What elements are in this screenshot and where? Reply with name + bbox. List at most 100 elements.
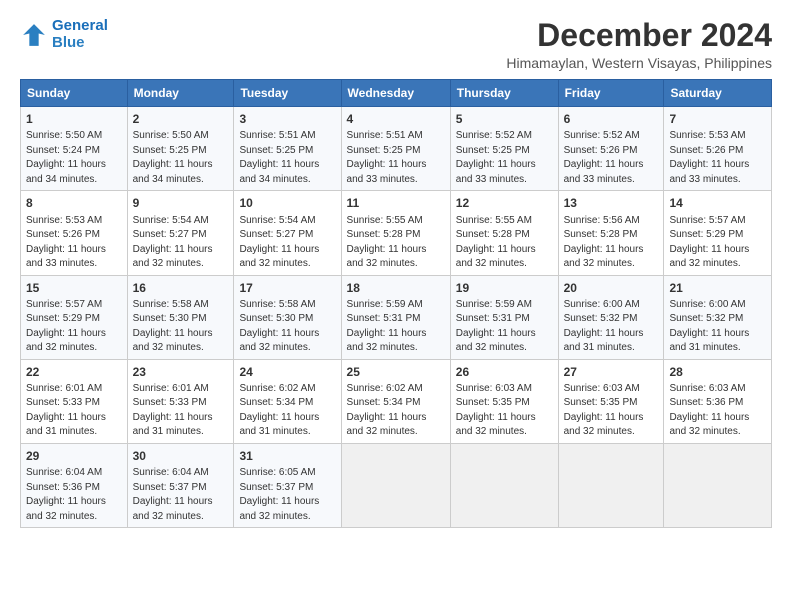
table-row: 22 Sunrise: 6:01 AMSunset: 5:33 PMDayligh… <box>21 359 128 443</box>
cell-info: Sunrise: 5:53 AMSunset: 5:26 PMDaylight:… <box>669 130 749 185</box>
day-number: 8 <box>26 195 122 211</box>
table-row: 17Sunrise: 5:58 AMSunset: 5:30 PMDayligh… <box>234 275 341 359</box>
day-number: 16 <box>133 280 229 296</box>
title-block: December 2024 Himamaylan, Western Visaya… <box>506 18 772 71</box>
col-tuesday: Tuesday <box>234 80 341 107</box>
cell-info: Sunrise: 5:57 AMSunset: 5:29 PMDaylight:… <box>26 299 106 354</box>
day-number: 5 <box>456 111 553 127</box>
table-row: 9 Sunrise: 5:54 AMSunset: 5:27 PMDaylight… <box>127 191 234 275</box>
table-row: 8 Sunrise: 5:53 AMSunset: 5:26 PMDaylight… <box>21 191 128 275</box>
table-row: 20 Sunrise: 6:00 AMSunset: 5:32 PMDayligh… <box>558 275 664 359</box>
table-row: 13Sunrise: 5:56 AMSunset: 5:28 PMDayligh… <box>558 191 664 275</box>
cell-info: Sunrise: 6:02 AMSunset: 5:34 PMDaylight:… <box>239 383 319 438</box>
table-row: 28Sunrise: 6:03 AMSunset: 5:36 PMDayligh… <box>664 359 772 443</box>
table-row: 4Sunrise: 5:51 AMSunset: 5:25 PMDaylight… <box>341 107 450 191</box>
calendar-week-2: 8 Sunrise: 5:53 AMSunset: 5:26 PMDaylight… <box>21 191 772 275</box>
cell-info: Sunrise: 6:00 AMSunset: 5:32 PMDaylight:… <box>564 299 644 354</box>
day-number: 11 <box>347 195 445 211</box>
cell-info: Sunrise: 6:03 AMSunset: 5:35 PMDaylight:… <box>456 383 536 438</box>
col-saturday: Saturday <box>664 80 772 107</box>
table-row <box>558 443 664 527</box>
col-monday: Monday <box>127 80 234 107</box>
day-number: 1 <box>26 111 122 127</box>
table-row: 3 Sunrise: 5:51 AMSunset: 5:25 PMDaylight… <box>234 107 341 191</box>
logo-line1: General <box>52 17 108 34</box>
cell-info: Sunrise: 5:58 AMSunset: 5:30 PMDaylight:… <box>133 299 213 354</box>
cell-info: Sunrise: 5:59 AMSunset: 5:31 PMDaylight:… <box>347 299 427 354</box>
table-row: 21 Sunrise: 6:00 AMSunset: 5:32 PMDayligh… <box>664 275 772 359</box>
table-row: 14Sunrise: 5:57 AMSunset: 5:29 PMDayligh… <box>664 191 772 275</box>
table-row: 1 Sunrise: 5:50 AMSunset: 5:24 PMDaylight… <box>21 107 128 191</box>
cell-info: Sunrise: 5:55 AMSunset: 5:28 PMDaylight:… <box>347 215 427 270</box>
cell-info: Sunrise: 6:04 AMSunset: 5:37 PMDaylight:… <box>133 467 213 522</box>
cell-info: Sunrise: 6:03 AMSunset: 5:36 PMDaylight:… <box>669 383 749 438</box>
table-row: 24 Sunrise: 6:02 AMSunset: 5:34 PMDayligh… <box>234 359 341 443</box>
table-row <box>664 443 772 527</box>
day-number: 3 <box>239 111 335 127</box>
calendar-header-row: Sunday Monday Tuesday Wednesday Thursday… <box>21 80 772 107</box>
calendar-week-1: 1 Sunrise: 5:50 AMSunset: 5:24 PMDaylight… <box>21 107 772 191</box>
table-row: 26 Sunrise: 6:03 AMSunset: 5:35 PMDayligh… <box>450 359 558 443</box>
table-row: 5 Sunrise: 5:52 AMSunset: 5:25 PMDaylight… <box>450 107 558 191</box>
day-number: 27 <box>564 364 659 380</box>
table-row: 29 Sunrise: 6:04 AMSunset: 5:36 PMDayligh… <box>21 443 128 527</box>
table-row: 16 Sunrise: 5:58 AMSunset: 5:30 PMDayligh… <box>127 275 234 359</box>
main-title: December 2024 <box>506 18 772 53</box>
cell-info: Sunrise: 5:56 AMSunset: 5:28 PMDaylight:… <box>564 215 644 270</box>
table-row: 6 Sunrise: 5:52 AMSunset: 5:26 PMDaylight… <box>558 107 664 191</box>
day-number: 17 <box>239 280 335 296</box>
cell-info: Sunrise: 6:00 AMSunset: 5:32 PMDaylight:… <box>669 299 749 354</box>
table-row: 7 Sunrise: 5:53 AMSunset: 5:26 PMDaylight… <box>664 107 772 191</box>
cell-info: Sunrise: 6:01 AMSunset: 5:33 PMDaylight:… <box>26 383 106 438</box>
subtitle: Himamaylan, Western Visayas, Philippines <box>506 55 772 71</box>
calendar-table: Sunday Monday Tuesday Wednesday Thursday… <box>20 79 772 528</box>
day-number: 31 <box>239 448 335 464</box>
col-thursday: Thursday <box>450 80 558 107</box>
cell-info: Sunrise: 5:59 AMSunset: 5:31 PMDaylight:… <box>456 299 536 354</box>
cell-info: Sunrise: 5:52 AMSunset: 5:26 PMDaylight:… <box>564 130 644 185</box>
cell-info: Sunrise: 5:53 AMSunset: 5:26 PMDaylight:… <box>26 215 106 270</box>
day-number: 19 <box>456 280 553 296</box>
table-row: 30Sunrise: 6:04 AMSunset: 5:37 PMDayligh… <box>127 443 234 527</box>
day-number: 24 <box>239 364 335 380</box>
cell-info: Sunrise: 5:51 AMSunset: 5:25 PMDaylight:… <box>239 130 319 185</box>
table-row: 31 Sunrise: 6:05 AMSunset: 5:37 PMDayligh… <box>234 443 341 527</box>
logo-text: General Blue <box>52 18 108 51</box>
day-number: 6 <box>564 111 659 127</box>
cell-info: Sunrise: 6:05 AMSunset: 5:37 PMDaylight:… <box>239 467 319 522</box>
table-row <box>450 443 558 527</box>
cell-info: Sunrise: 5:52 AMSunset: 5:25 PMDaylight:… <box>456 130 536 185</box>
calendar-week-3: 15 Sunrise: 5:57 AMSunset: 5:29 PMDayligh… <box>21 275 772 359</box>
table-row: 11 Sunrise: 5:55 AMSunset: 5:28 PMDayligh… <box>341 191 450 275</box>
page: General Blue December 2024 Himamaylan, W… <box>0 0 792 538</box>
day-number: 7 <box>669 111 766 127</box>
day-number: 26 <box>456 364 553 380</box>
calendar-week-4: 22 Sunrise: 6:01 AMSunset: 5:33 PMDayligh… <box>21 359 772 443</box>
day-number: 22 <box>26 364 122 380</box>
cell-info: Sunrise: 5:50 AMSunset: 5:25 PMDaylight:… <box>133 130 213 185</box>
day-number: 15 <box>26 280 122 296</box>
cell-info: Sunrise: 5:50 AMSunset: 5:24 PMDaylight:… <box>26 130 106 185</box>
day-number: 14 <box>669 195 766 211</box>
logo: General Blue <box>20 18 108 51</box>
table-row: 18Sunrise: 5:59 AMSunset: 5:31 PMDayligh… <box>341 275 450 359</box>
table-row: 23Sunrise: 6:01 AMSunset: 5:33 PMDayligh… <box>127 359 234 443</box>
day-number: 9 <box>133 195 229 211</box>
day-number: 20 <box>564 280 659 296</box>
cell-info: Sunrise: 6:02 AMSunset: 5:34 PMDaylight:… <box>347 383 427 438</box>
cell-info: Sunrise: 5:54 AMSunset: 5:27 PMDaylight:… <box>239 215 319 270</box>
day-number: 4 <box>347 111 445 127</box>
table-row <box>341 443 450 527</box>
cell-info: Sunrise: 6:03 AMSunset: 5:35 PMDaylight:… <box>564 383 644 438</box>
cell-info: Sunrise: 5:54 AMSunset: 5:27 PMDaylight:… <box>133 215 213 270</box>
table-row: 27 Sunrise: 6:03 AMSunset: 5:35 PMDayligh… <box>558 359 664 443</box>
logo-line2: Blue <box>52 34 85 51</box>
calendar-week-5: 29 Sunrise: 6:04 AMSunset: 5:36 PMDayligh… <box>21 443 772 527</box>
day-number: 29 <box>26 448 122 464</box>
table-row: 2Sunrise: 5:50 AMSunset: 5:25 PMDaylight… <box>127 107 234 191</box>
col-friday: Friday <box>558 80 664 107</box>
cell-info: Sunrise: 5:55 AMSunset: 5:28 PMDaylight:… <box>456 215 536 270</box>
day-number: 21 <box>669 280 766 296</box>
cell-info: Sunrise: 6:04 AMSunset: 5:36 PMDaylight:… <box>26 467 106 522</box>
table-row: 25Sunrise: 6:02 AMSunset: 5:34 PMDayligh… <box>341 359 450 443</box>
